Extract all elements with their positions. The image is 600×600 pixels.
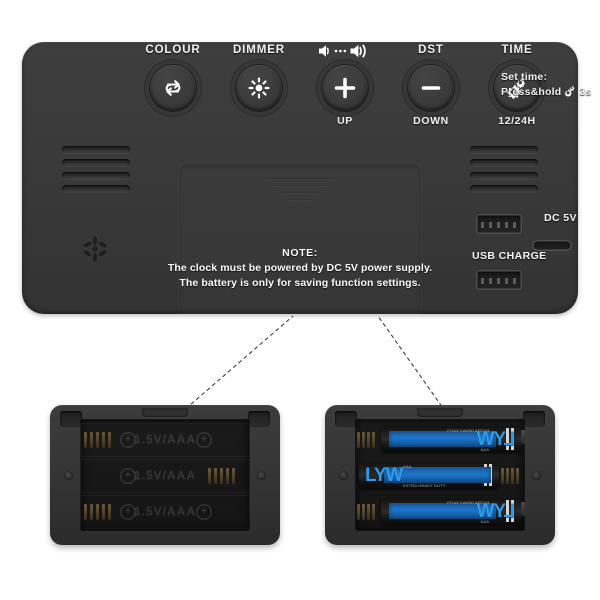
control-dimmer-label: DIMMER [232,44,286,56]
mount-tab-right [523,411,545,427]
grille-slot [62,172,130,179]
control-down-sublabel: DOWN [413,115,449,127]
control-dst-down[interactable]: DST DOWN [388,42,474,127]
gear-icon [563,84,577,100]
control-button-row: COLOUR DIMMER UP DST DOWN TIME 12/24H Se… [22,42,591,162]
battery-slot: LYW EXTRA HEAVY DUTY AAA [355,494,525,528]
clock-rear-panel: COLOUR DIMMER UP DST DOWN TIME 12/24H Se… [22,42,591,314]
volume-up-button[interactable] [322,65,368,111]
door-grip-lines [265,178,335,206]
battery-terminal [521,502,525,516]
product-photo-stage: NOTE: The clock must be powered by DC 5V… [0,0,600,600]
polarity-plus: + [196,432,212,448]
grille-slot [470,185,538,192]
usb-a-port-top[interactable] [476,214,522,234]
mount-tab-left [335,411,357,427]
control-volume-up-sublabel: UP [337,115,353,127]
battery-aaa: LYW EXTRA HEAVY DUTY AAA [381,498,521,524]
screw-icon [64,471,73,480]
battery-size-text: AAA [403,464,412,469]
vent-hole-icon [78,232,112,266]
grille-slot [470,159,538,166]
control-volume-up[interactable]: UP [302,42,388,127]
battery-brand: LYW [365,465,403,486]
battery-compartment-empty: + 1.5V/AAA + + 1.5V/AAA + 1.5V/AAA + [50,405,280,545]
grille-slot [470,172,538,179]
brightness-sun-icon [247,76,271,100]
battery-slot: + 1.5V/AAA + [80,495,250,529]
grille-slot [470,146,538,153]
spring-contact [501,468,525,484]
usb-charge-label: USB CHARGE [472,250,547,262]
plus-icon [332,75,358,101]
volume-range-icon [302,42,388,59]
battery-slot: LYW EXTRA HEAVY DUTY AAA [355,422,525,456]
battery-sub-text: EXTRA HEAVY DUTY [446,500,489,505]
control-dst-label: DST [418,44,444,56]
control-dimmer[interactable]: DIMMER [216,42,302,111]
dc-5v-label: DC 5V [544,212,577,224]
battery-compartment-loaded: LYW EXTRA HEAVY DUTY AAA LYW EXTRA HEAVY… [325,405,555,545]
screw-icon [532,471,541,480]
minus-icon [418,75,444,101]
battery-slot: + 1.5V/AAA [80,459,250,493]
colour-button[interactable] [150,65,196,111]
battery-aaa: LYW EXTRA HEAVY DUTY AAA [381,426,521,452]
usb-a-port-bottom[interactable] [476,270,522,290]
spring-contact [208,468,242,484]
note-heading: NOTE: [282,247,318,259]
grille-slot [62,185,130,192]
cycle-arrows-icon [161,76,185,100]
mount-tab-left [60,411,82,427]
grille-slot [62,159,130,166]
mount-tab-right [248,411,270,427]
speaker-grille-left [62,146,130,198]
grille-slot [62,146,130,153]
slot-embossed-text: 1.5V/AAA [133,504,197,518]
battery-well: LYW EXTRA HEAVY DUTY AAA LYW EXTRA HEAVY… [355,419,525,531]
battery-terminal [521,430,525,444]
control-colour[interactable]: COLOUR [130,42,216,111]
set-time-instruction: Set time: Press&hold 3s [501,70,600,100]
battery-slot: LYW EXTRA HEAVY DUTY AAA [355,458,525,492]
battery-well: + 1.5V/AAA + + 1.5V/AAA + 1.5V/AAA + [80,419,250,531]
speaker-grille-right [470,146,538,198]
battery-sub-text: EXTRA HEAVY DUTY [403,483,446,488]
battery-slot: + 1.5V/AAA + [80,423,250,457]
door-notch [142,408,188,417]
control-time-label: TIME [501,44,533,56]
control-time-sublabel: 12/24H [498,115,536,127]
screw-icon [257,471,266,480]
set-time-line1: Set time: [501,71,548,83]
set-time-line2-prefix: Press&hold [501,86,562,98]
control-colour-label: COLOUR [145,44,201,56]
note-block: NOTE: The clock must be powered by DC 5V… [168,246,432,289]
battery-size-text: AAA [480,447,489,452]
polarity-plus: + [196,504,212,520]
volume-down-button[interactable] [408,65,454,111]
dimmer-button[interactable] [236,65,282,111]
battery-sub-text: EXTRA HEAVY DUTY [446,428,489,433]
set-time-line2-suffix: 3s [579,86,592,98]
battery-aaa: LYW EXTRA HEAVY DUTY AAA [359,462,499,488]
battery-door[interactable]: NOTE: The clock must be powered by DC 5V… [168,164,432,314]
battery-size-text: AAA [480,519,489,524]
door-notch [417,408,463,417]
screw-icon [339,471,348,480]
slot-embossed-text: 1.5V/AAA [133,432,197,446]
note-line1: The clock must be powered by DC 5V power… [167,262,433,274]
note-line2: The battery is only for saving function … [179,277,421,289]
